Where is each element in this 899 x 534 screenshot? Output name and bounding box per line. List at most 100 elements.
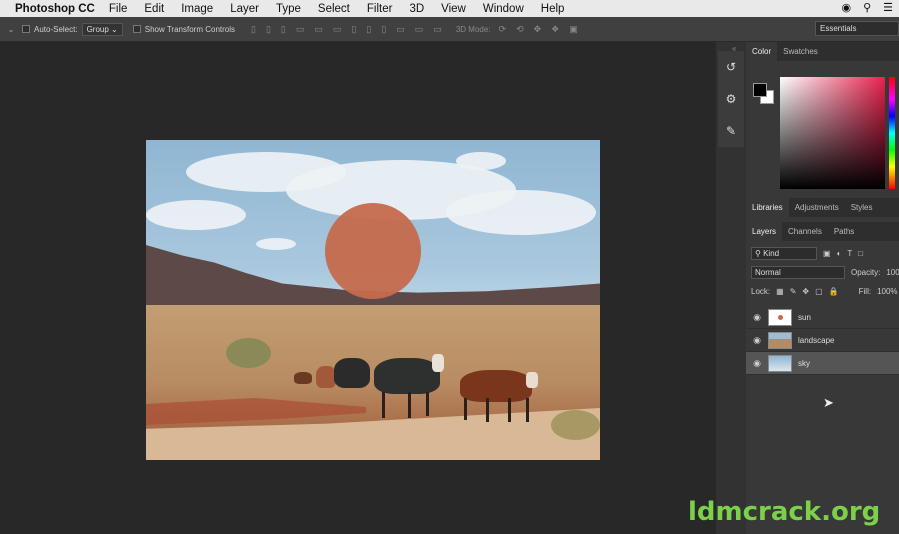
tab-swatches[interactable]: Swatches [777,42,824,61]
filter-type-icon[interactable]: T [847,249,852,258]
cow-leg [486,398,489,422]
layer-thumbnail [768,308,792,326]
distribute-middle-icon[interactable]: ▯ [366,24,371,35]
search-icon[interactable]: ⚲ [863,1,871,14]
lock-pixels-icon[interactable]: ✎ [790,287,797,296]
align-left-icon[interactable]: ▭ [296,24,305,35]
hue-slider[interactable] [889,77,895,189]
sun-thumbnail-dot [778,314,783,320]
shrub [551,410,600,440]
roll-3d-icon[interactable]: ⟲ [516,24,524,35]
tab-libraries[interactable]: Libraries [746,198,789,217]
distribute-left-icon[interactable]: ▭ [396,24,405,35]
filter-adjustment-icon[interactable]: ◐ [837,249,842,258]
brush-panel-icon[interactable]: ✎ [718,115,744,147]
blend-mode-dropdown[interactable]: Normal [751,266,845,279]
menu-filter[interactable]: Filter [367,3,393,15]
layer-row-sun[interactable]: ◉ sun [746,306,899,329]
opacity-label: Opacity: [851,268,881,277]
align-middle-icon[interactable]: ▯ [266,24,271,35]
menu-help[interactable]: Help [541,3,565,15]
cow [460,370,532,402]
align-bottom-icon[interactable]: ▯ [281,24,286,35]
list-icon[interactable]: ☰ [883,1,893,14]
menu-window[interactable]: Window [483,3,524,15]
distribute-right-icon[interactable]: ▭ [433,24,442,35]
align-right-icon[interactable]: ▭ [333,24,342,35]
fill-value[interactable]: 100% [877,287,897,296]
distribute-bottom-icon[interactable]: ▯ [381,24,386,35]
cow-leg [464,398,467,420]
tab-channels[interactable]: Channels [782,222,828,241]
lock-position-icon[interactable]: ✥ [802,287,809,296]
cow-head [432,354,444,372]
menu-edit[interactable]: Edit [144,3,164,15]
layer-row-sky[interactable]: ◉ sky [746,352,899,375]
filter-shape-icon[interactable]: □ [858,249,863,258]
menu-select[interactable]: Select [318,3,350,15]
layer-name: landscape [798,335,835,345]
visibility-eye-icon[interactable]: ◉ [746,335,768,346]
filter-row: ⚲ Kind ▣ ◐ T □ [751,247,863,260]
cow-leg [508,398,511,422]
transform-controls-checkbox[interactable] [132,25,141,33]
menu-view[interactable]: View [441,3,466,15]
creative-cloud-icon[interactable]: ◉ [841,1,851,14]
tab-layers[interactable]: Layers [746,222,783,241]
layer-thumbnail [768,331,792,349]
layer-name: sun [798,312,811,322]
panel-icons-column: ↺ ⚙ ✎ [718,51,744,147]
align-buttons: ▯ ▯ ▯ ▭ ▭ ▭ ▯ ▯ ▯ ▭ ▭ ▭ [251,24,442,35]
layer-thumbnail [768,354,792,372]
canvas-image[interactable] [146,140,600,460]
auto-select-dropdown[interactable]: Group ⌄ [81,22,123,36]
transform-controls-label: Show Transform Controls [144,24,236,34]
sun-circle [325,203,421,299]
tab-color[interactable]: Color [746,42,778,61]
mode-3d-buttons: ⟳ ⟲ ✥ ❖ ▣ [499,24,578,35]
lock-all-icon[interactable]: 🔒 [829,287,839,296]
mouse-cursor-icon: ➤ [823,395,834,410]
drag-3d-icon[interactable]: ✥ [534,24,542,35]
layer-row-landscape[interactable]: ◉ landscape [746,329,899,352]
lock-row: Lock: ▦ ✎ ✥ ▢ 🔒 Fill: 100% [751,287,898,296]
cloud [446,190,596,235]
menu-3d[interactable]: 3D [409,3,424,15]
align-center-icon[interactable]: ▭ [314,24,323,35]
mode-3d-label: 3D Mode: [455,24,491,34]
lock-transparent-icon[interactable]: ▦ [776,287,784,296]
visibility-eye-icon[interactable]: ◉ [746,358,768,369]
opacity-value[interactable]: 100% [886,268,899,277]
cow-leg [408,392,411,418]
scale-3d-icon[interactable]: ▣ [569,24,578,35]
app-name-menu[interactable]: Photoshop CC [15,3,95,15]
tab-paths[interactable]: Paths [828,222,860,241]
auto-select-checkbox[interactable] [22,25,30,33]
workspace-switcher[interactable]: Essentials [815,21,899,36]
history-panel-icon[interactable]: ↺ [718,51,744,83]
lock-artboard-icon[interactable]: ▢ [815,287,823,296]
menu-type[interactable]: Type [276,3,301,15]
filter-pixel-icon[interactable]: ▣ [823,249,831,258]
layer-name: sky [798,358,810,368]
orbit-3d-icon[interactable]: ⟳ [499,24,507,35]
color-picker-field[interactable] [780,77,885,189]
foreground-color-swatch[interactable] [753,83,767,97]
tab-adjustments[interactable]: Adjustments [789,198,845,217]
align-top-icon[interactable]: ▯ [251,24,256,35]
distribute-top-icon[interactable]: ▯ [351,24,356,35]
cow-leg [382,392,385,418]
tool-preset-chevron-icon[interactable]: ⌄ [0,25,22,34]
menu-image[interactable]: Image [181,3,213,15]
distribute-center-icon[interactable]: ▭ [415,24,424,35]
menu-file[interactable]: File [109,3,128,15]
layer-filter-dropdown[interactable]: ⚲ Kind [751,247,817,260]
visibility-eye-icon[interactable]: ◉ [746,312,768,323]
options-bar: ⌄ Auto-Select: Group ⌄ Show Transform Co… [0,17,899,42]
properties-panel-icon[interactable]: ⚙ [718,83,744,115]
cow [294,372,312,384]
cloud [256,238,296,250]
menu-layer[interactable]: Layer [230,3,259,15]
slide-3d-icon[interactable]: ❖ [551,24,559,35]
tab-styles[interactable]: Styles [845,198,879,217]
